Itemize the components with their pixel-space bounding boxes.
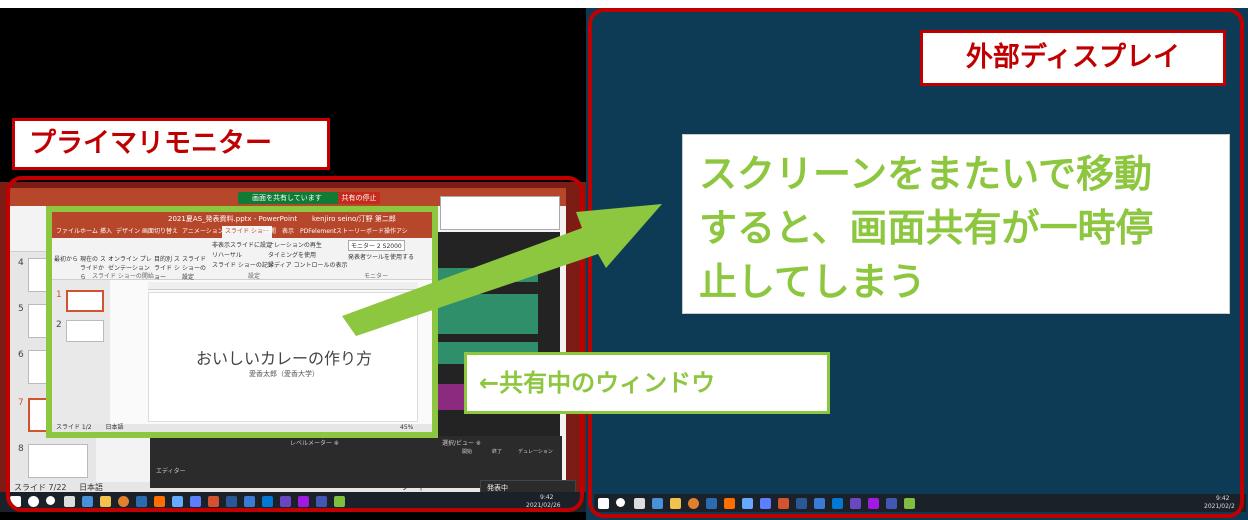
callout-line: スクリーンをまたいで移動 bbox=[699, 152, 1152, 196]
callout-line: 止してしまう bbox=[699, 260, 926, 304]
external-display-label: 外部ディスプレイ bbox=[920, 30, 1226, 86]
primary-monitor-label: プライマリモニター bbox=[12, 118, 330, 170]
move-arrow-icon bbox=[342, 204, 662, 336]
callout-line: すると、画面共有が一時停 bbox=[699, 206, 1154, 250]
callout-text: スクリーンをまたいで移動 すると、画面共有が一時停 止してしまう bbox=[699, 147, 1219, 309]
shared-window-label: ←共有中のウィンドウ bbox=[464, 352, 830, 414]
warning-callout: スクリーンをまたいで移動 すると、画面共有が一時停 止してしまう bbox=[682, 134, 1230, 314]
